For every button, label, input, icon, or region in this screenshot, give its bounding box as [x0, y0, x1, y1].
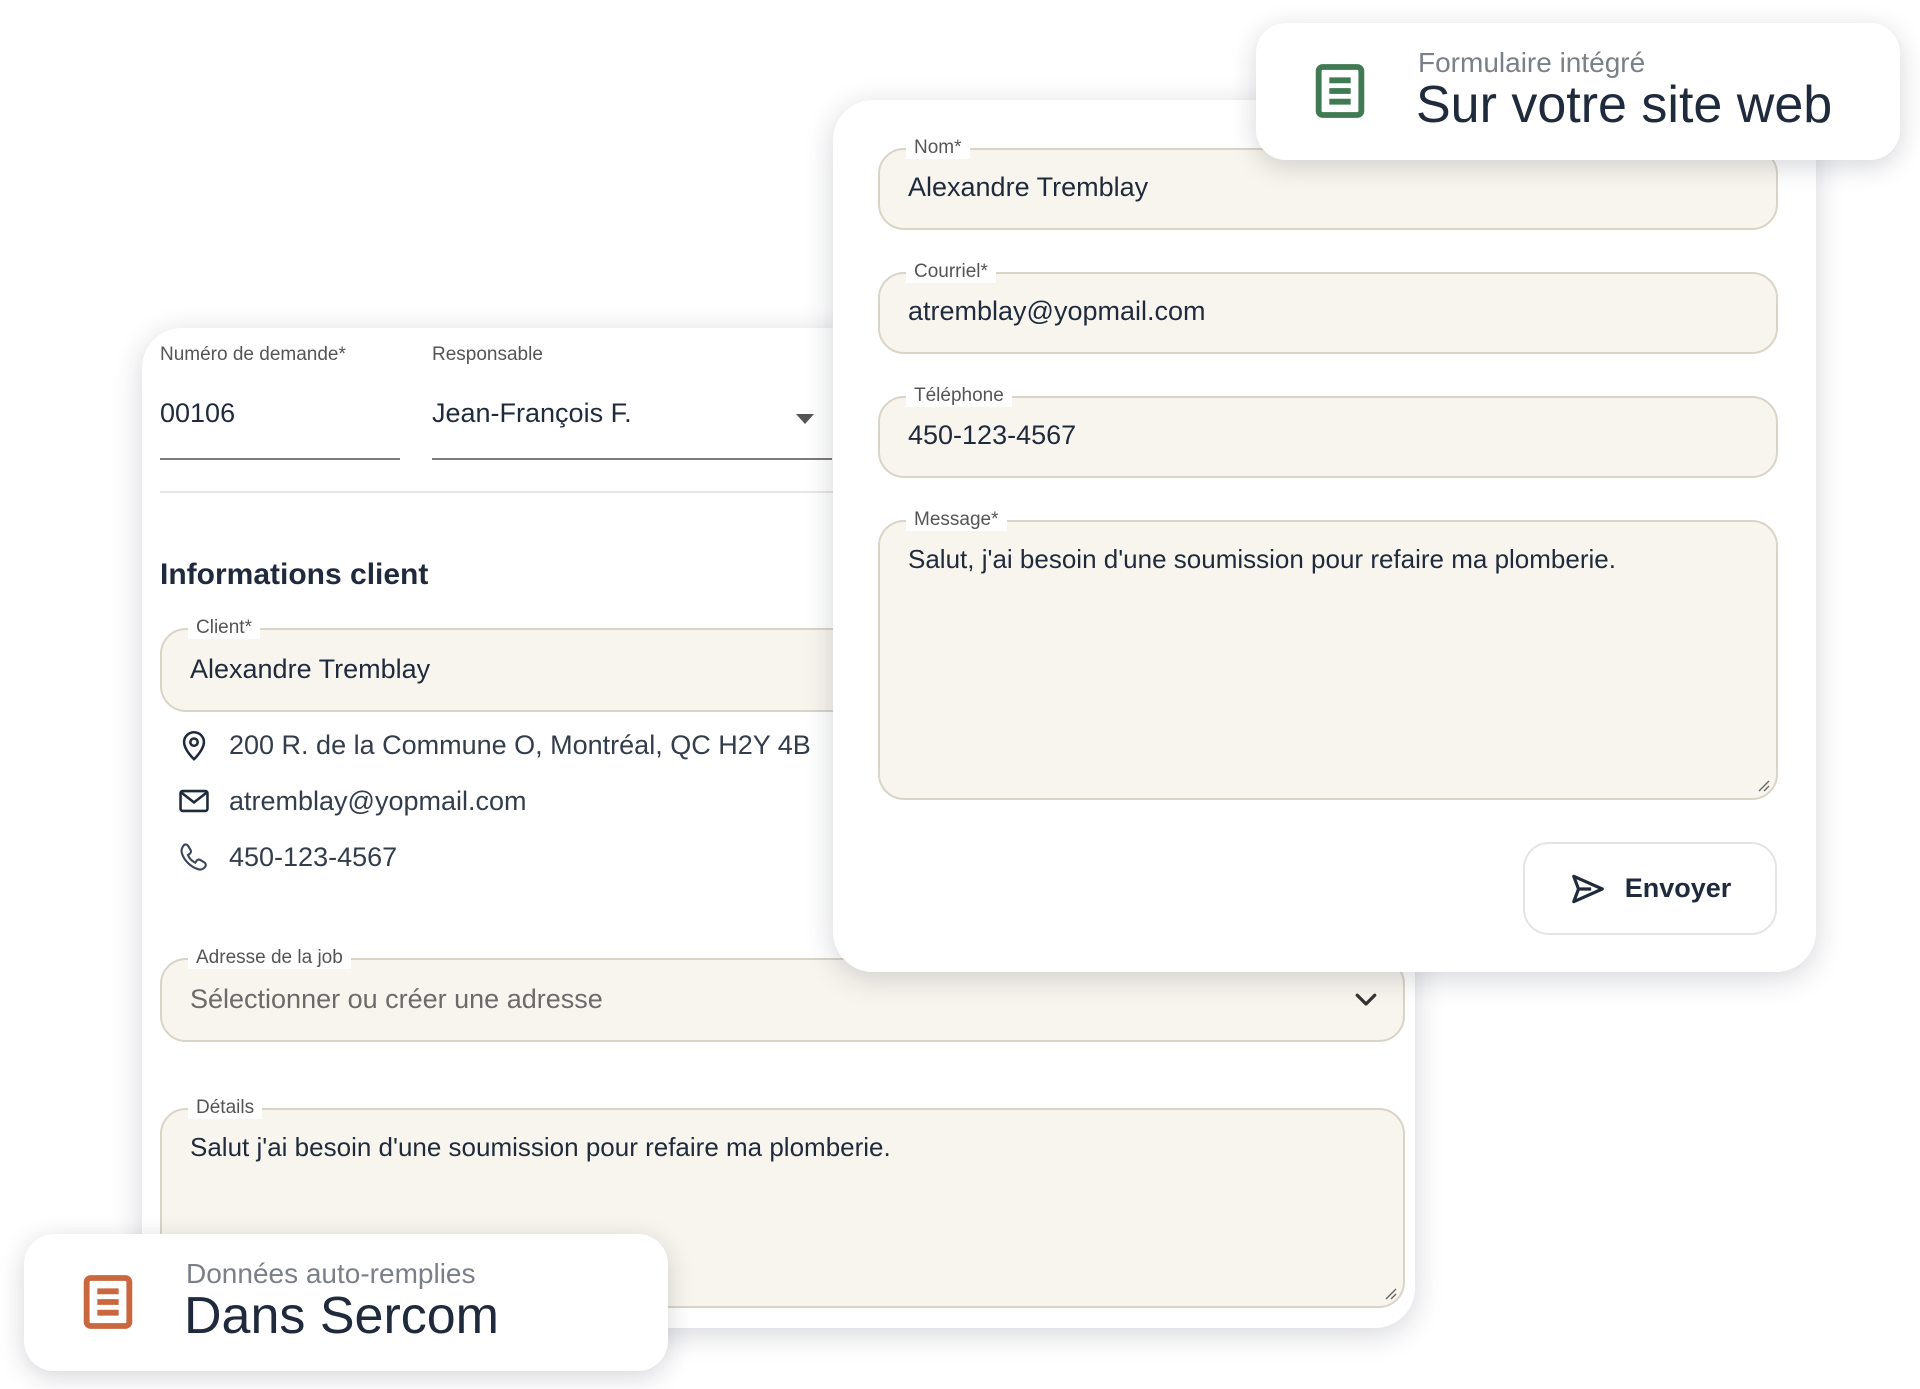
name-field[interactable]: Nom* Alexandre Tremblay — [878, 137, 1778, 230]
resize-handle-icon[interactable] — [1383, 1286, 1397, 1300]
message-textarea[interactable]: Message* Salut, j'ai besoin d'une soumis… — [878, 509, 1778, 800]
client-value: Alexandre Tremblay — [190, 654, 431, 684]
name-value: Alexandre Tremblay — [908, 172, 1149, 202]
client-address: 200 R. de la Commune O, Montréal, QC H2Y… — [229, 729, 811, 760]
responsible-label: Responsable — [432, 344, 543, 365]
badge-title: Sur votre site web — [1416, 76, 1833, 134]
job-address-placeholder: Sélectionner ou créer une adresse — [190, 984, 603, 1014]
chevron-down-icon — [1355, 993, 1377, 1006]
client-field[interactable]: Client* Alexandre Tremblay — [160, 617, 860, 712]
message-value: Salut, j'ai besoin d'une soumission pour… — [908, 544, 1616, 574]
sercom-autofill-badge: Données auto-remplies Dans Sercom — [24, 1234, 668, 1371]
job-address-label: Adresse de la job — [188, 947, 351, 969]
document-icon — [83, 1275, 133, 1329]
phone-field[interactable]: Téléphone 450-123-4567 — [878, 385, 1778, 478]
phone-icon — [180, 843, 207, 871]
send-button[interactable]: Envoyer — [1523, 842, 1777, 935]
client-phone[interactable]: 450-123-4567 — [229, 842, 397, 873]
request-number-value: 00106 — [160, 398, 236, 428]
phone-label: Téléphone — [906, 385, 1012, 407]
send-label: Envoyer — [1624, 873, 1732, 903]
client-phone-row: 450-123-4567 — [177, 840, 397, 874]
name-label: Nom* — [906, 137, 970, 159]
location-pin-icon — [182, 730, 206, 761]
request-number-label: Numéro de demande* — [160, 344, 346, 365]
caret-down-icon — [796, 414, 814, 424]
website-form-badge: Formulaire intégré Sur votre site web — [1256, 23, 1900, 160]
client-email[interactable]: atremblay@yopmail.com — [229, 786, 527, 817]
badge-title: Dans Sercom — [184, 1287, 499, 1345]
request-number-field[interactable]: Numéro de demande* 00106 — [160, 328, 400, 460]
email-field[interactable]: Courriel* atremblay@yopmail.com — [878, 261, 1778, 354]
resize-handle-icon[interactable] — [1756, 778, 1770, 792]
email-label: Courriel* — [906, 261, 996, 283]
client-address-row: 200 R. de la Commune O, Montréal, QC H2Y… — [177, 728, 811, 762]
email-value: atremblay@yopmail.com — [908, 296, 1206, 326]
website-contact-form: Nom* Alexandre Tremblay Courriel* atremb… — [833, 100, 1816, 972]
message-label: Message* — [906, 509, 1007, 531]
document-icon — [1315, 64, 1365, 118]
client-label: Client* — [188, 617, 260, 639]
section-title: Informations client — [160, 558, 429, 591]
mail-icon — [179, 789, 209, 813]
details-value: Salut j'ai besoin d'une soumission pour … — [190, 1132, 891, 1162]
responsible-value: Jean-François F. — [432, 398, 632, 428]
phone-value: 450-123-4567 — [908, 420, 1077, 450]
client-email-row: atremblay@yopmail.com — [177, 784, 527, 818]
send-icon — [1571, 874, 1604, 903]
details-label: Détails — [188, 1097, 263, 1119]
responsible-select[interactable]: Responsable Jean-François F. — [432, 328, 832, 460]
